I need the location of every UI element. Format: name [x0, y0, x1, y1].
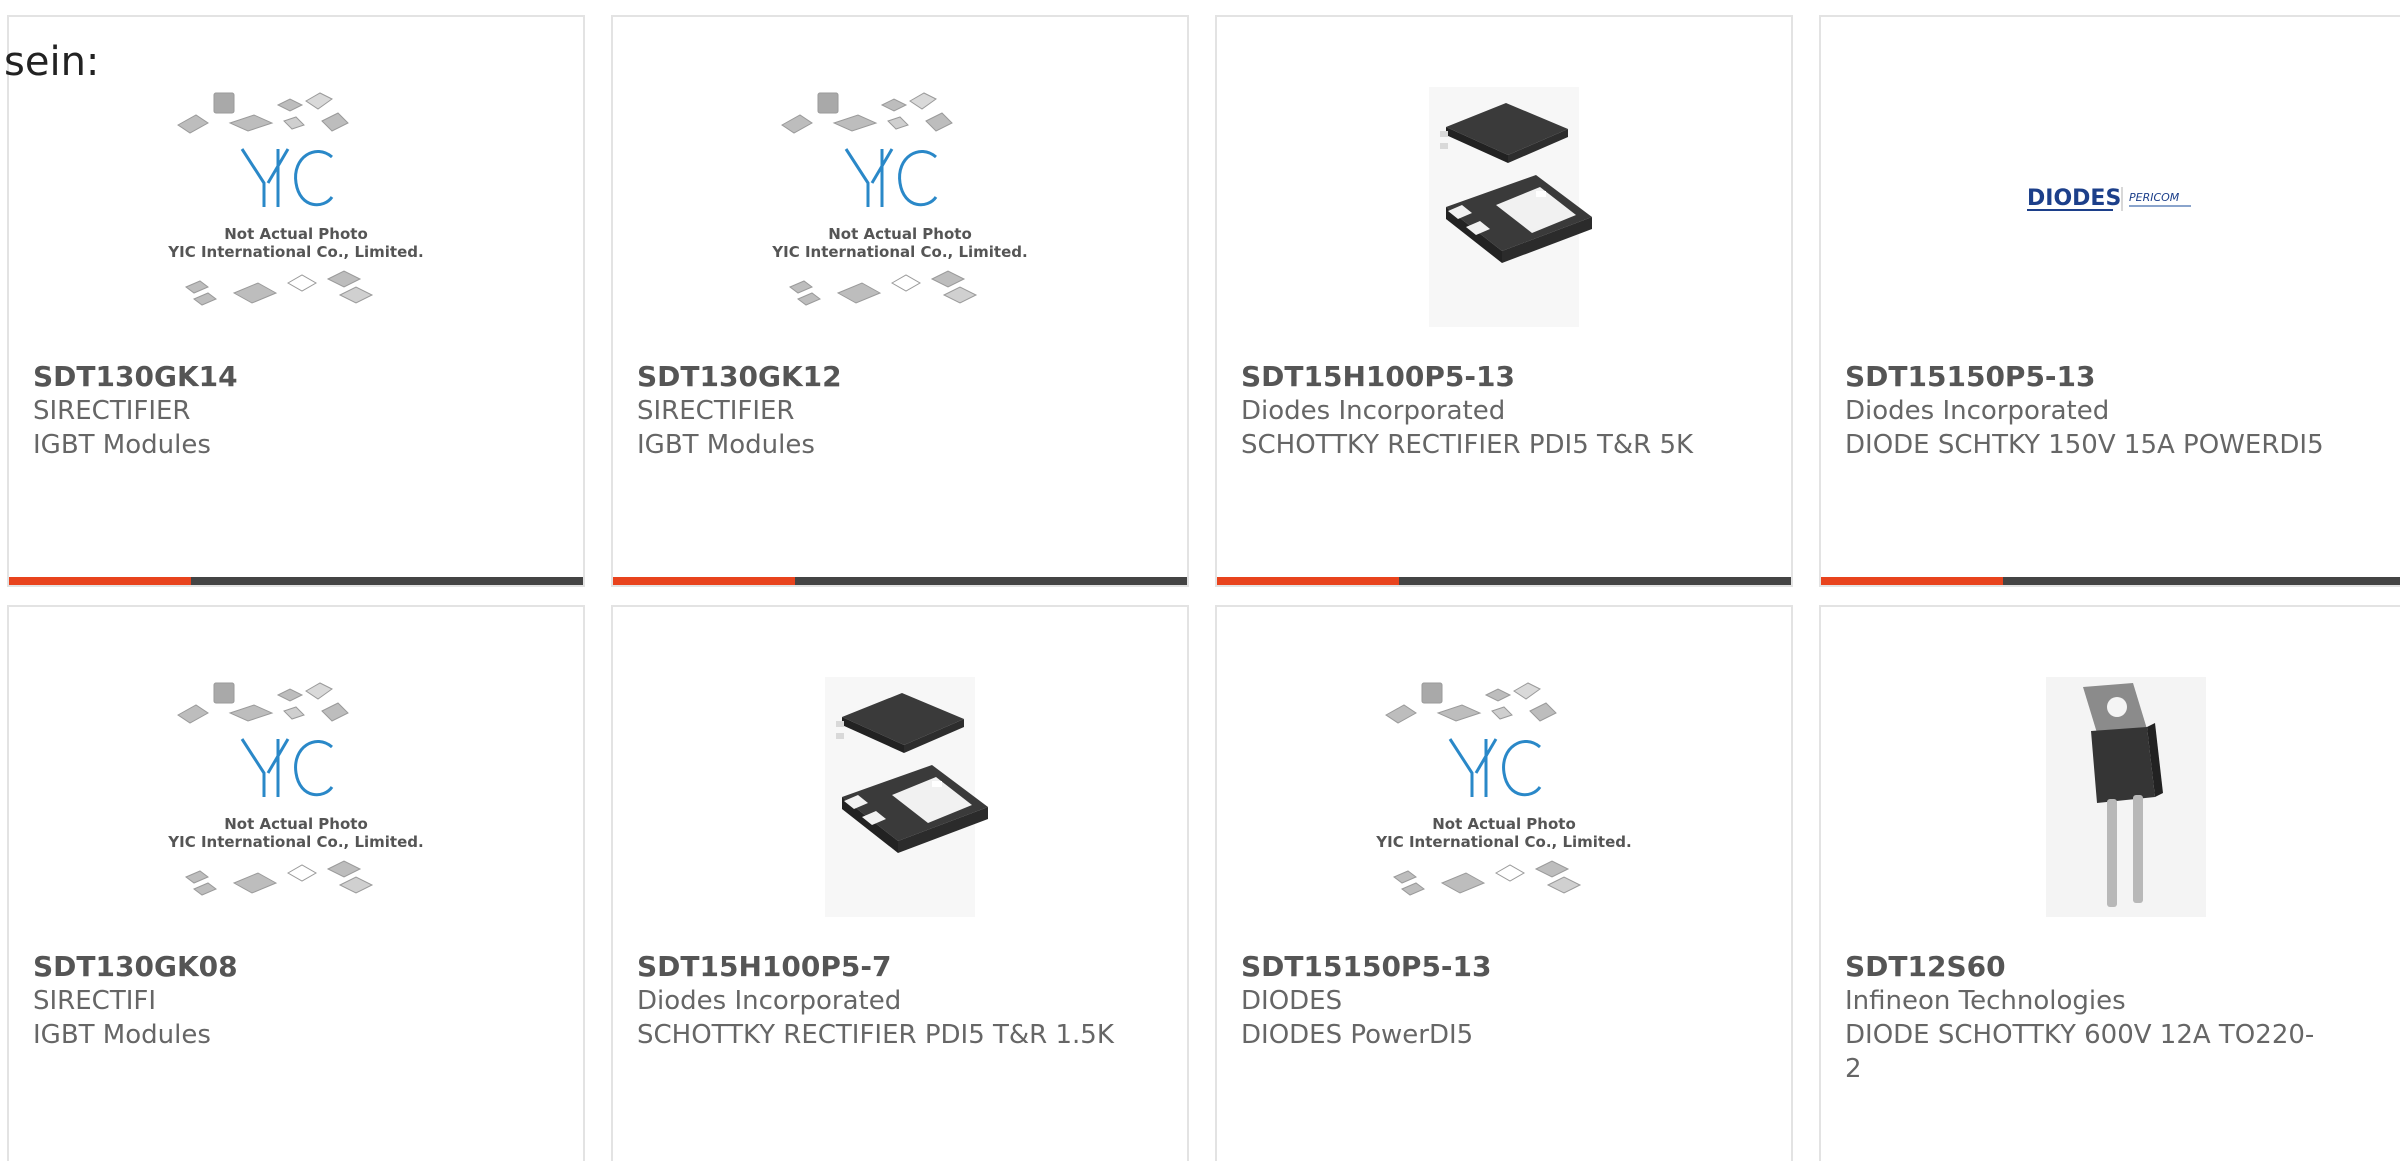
- product-grid-page: sein: Not Actual Photo YIC International…: [0, 0, 2400, 1161]
- placeholder-caption-2: YIC International Co., Limited.: [167, 833, 423, 851]
- placeholder-caption-2: YIC International Co., Limited.: [1375, 833, 1631, 851]
- description: DIODE SCHTKY 150V 15A POWERDI5: [1845, 430, 2324, 460]
- manufacturer: Diodes Incorporated: [1241, 396, 1506, 426]
- product-image[interactable]: Not Actual Photo YIC International Co., …: [9, 677, 583, 917]
- placeholder-caption-2: YIC International Co., Limited.: [771, 243, 1027, 261]
- product-image[interactable]: [1821, 677, 2400, 917]
- card-progress-accent: [1821, 577, 2003, 585]
- manufacturer: DIODES: [1241, 986, 1343, 1016]
- product-image[interactable]: Not Actual Photo YIC International Co., …: [9, 87, 583, 327]
- part-number-link[interactable]: SDT15150P5-13: [1241, 950, 1492, 984]
- card-progress-bar: [9, 577, 583, 585]
- placeholder-caption-1: Not Actual Photo: [1432, 815, 1576, 833]
- part-number-link[interactable]: SDT15150P5-13: [1845, 360, 2096, 394]
- description: DIODES PowerDI5: [1241, 1020, 1474, 1050]
- diodes-logo-underline: [2026, 209, 2113, 211]
- manufacturer: Diodes Incorporated: [637, 986, 902, 1016]
- description: SCHOTTKY RECTIFIER PDI5 T&R 1.5K: [637, 1020, 1114, 1050]
- product-card[interactable]: SDT12S60 Infineon Technologies DIODE SCH…: [1819, 605, 2400, 1161]
- product-card[interactable]: Not Actual Photo YIC International Co., …: [7, 605, 585, 1161]
- description: IGBT Modules: [33, 1020, 211, 1050]
- card-progress-accent: [9, 577, 191, 585]
- card-progress-accent: [1217, 577, 1399, 585]
- manufacturer: SIRECTIFIER: [33, 396, 191, 426]
- product-image[interactable]: [1217, 87, 1791, 327]
- card-progress-bar: [613, 577, 1187, 585]
- placeholder-caption-1: Not Actual Photo: [828, 225, 972, 243]
- product-image[interactable]: DIODES PERICOM: [1821, 87, 2400, 327]
- description: SCHOTTKY RECTIFIER PDI5 T&R 5K: [1241, 430, 1694, 460]
- part-number-link[interactable]: SDT15H100P5-13: [1241, 360, 1515, 394]
- product-card[interactable]: SDT15H100P5-7 Diodes Incorporated SCHOTT…: [611, 605, 1189, 1161]
- part-number-link[interactable]: SDT130GK08: [33, 950, 238, 984]
- part-number-link[interactable]: SDT15H100P5-7: [637, 950, 891, 984]
- product-image[interactable]: Not Actual Photo YIC International Co., …: [1217, 677, 1791, 917]
- part-number-link[interactable]: SDT130GK12: [637, 360, 842, 394]
- card-progress-bar: [1217, 577, 1791, 585]
- product-card[interactable]: Not Actual Photo YIC International Co., …: [611, 15, 1189, 587]
- placeholder-caption-1: Not Actual Photo: [224, 815, 368, 833]
- manufacturer: SIRECTIFIER: [637, 396, 795, 426]
- part-number-link[interactable]: SDT130GK14: [33, 360, 238, 394]
- manufacturer: SIRECTIFI: [33, 986, 156, 1016]
- intro-text: sein:: [4, 39, 100, 85]
- description: DIODE SCHOTTKY 600V 12A TO220-2: [1845, 1020, 2315, 1084]
- card-progress-bar: [1821, 577, 2400, 585]
- product-card[interactable]: Not Actual Photo YIC International Co., …: [1215, 605, 1793, 1161]
- placeholder-caption-1: Not Actual Photo: [224, 225, 368, 243]
- description: IGBT Modules: [637, 430, 815, 460]
- placeholder-caption-2: YIC International Co., Limited.: [167, 243, 423, 261]
- card-progress-accent: [613, 577, 795, 585]
- pericom-logo-text: PERICOM: [2129, 191, 2180, 204]
- product-card[interactable]: DIODES PERICOM SDT15150P5-13 Diodes Inco…: [1819, 15, 2400, 587]
- diodes-logo-text: DIODES: [2027, 186, 2121, 211]
- product-image[interactable]: [613, 677, 1187, 917]
- product-card[interactable]: SDT15H100P5-13 Diodes Incorporated SCHOT…: [1215, 15, 1793, 587]
- product-image[interactable]: Not Actual Photo YIC International Co., …: [613, 87, 1187, 327]
- part-number-link[interactable]: SDT12S60: [1845, 950, 2006, 984]
- manufacturer: Infineon Technologies: [1845, 986, 2126, 1016]
- product-card[interactable]: Not Actual Photo YIC International Co., …: [7, 15, 585, 587]
- description: IGBT Modules: [33, 430, 211, 460]
- manufacturer: Diodes Incorporated: [1845, 396, 2110, 426]
